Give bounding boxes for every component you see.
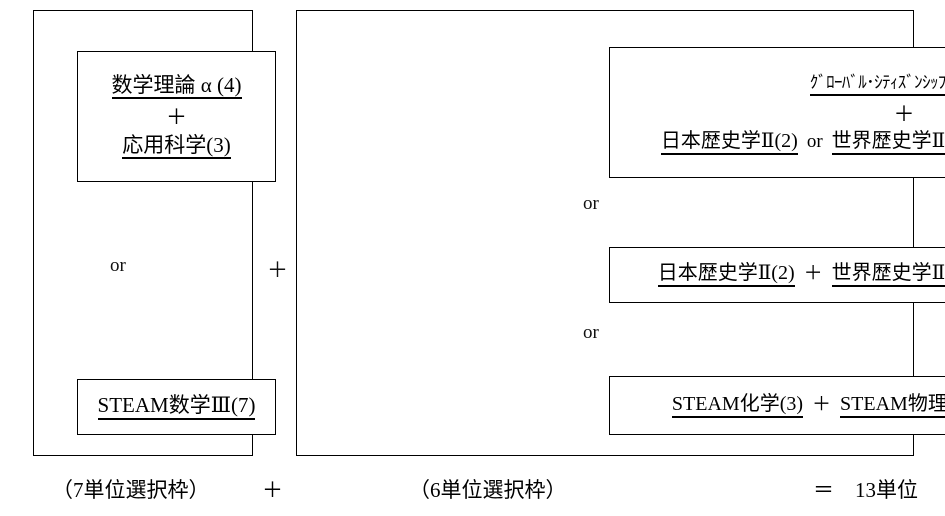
applied-science-line: 応用科学(3): [122, 134, 231, 160]
course-math-theory-alpha: 数学理論 α (4): [111, 74, 242, 99]
course-steam-math-3: STEAM数学Ⅲ(7): [97, 394, 256, 420]
math-theory-line: 数学理論 α (4): [111, 74, 242, 99]
summary-row: （7単位選択枠） ＋ （6単位選択枠） ＝ 13単位: [0, 474, 945, 514]
course-japanese-history-2: 日本歴史学Ⅱ(2): [657, 263, 795, 287]
history-combination-line: 日本歴史学Ⅱ(2) ＋ 世界歴史学Ⅱ(2) ＋ STEAM芸術Ⅱ(2): [657, 263, 945, 287]
science-combination-course-box: STEAM化学(3) ＋ STEAM物理(3) or STEAM生物(3): [609, 376, 945, 435]
course-applied-science: 応用科学(3): [122, 134, 231, 160]
diagram-canvas: 数学理論 α (4) ＋ 応用科学(3) STEAM数学Ⅲ(7) or ＋ ｸﾞ…: [0, 0, 945, 516]
right-selection-frame: ｸﾞﾛｰﾊﾞﾙ･ｼﾃｨｽﾞﾝｼｯﾌﾟⅡ (4) ＋ 日本歴史学Ⅱ(2) or 世…: [296, 10, 945, 456]
right-panel-or-label-1: or: [583, 193, 599, 214]
science-plus-operator: ＋: [812, 393, 832, 415]
summary-total-credits: 13単位: [855, 478, 918, 502]
course-steam-physics: STEAM物理(3): [840, 393, 945, 418]
math-course-box: 数学理論 α (4) ＋ 応用科学(3): [77, 51, 276, 182]
global-citizenship-course-box: ｸﾞﾛｰﾊﾞﾙ･ｼﾃｨｽﾞﾝｼｯﾌﾟⅡ (4) ＋ 日本歴史学Ⅱ(2) or 世…: [609, 47, 945, 178]
history-combination-course-box: 日本歴史学Ⅱ(2) ＋ 世界歴史学Ⅱ(2) ＋ STEAM芸術Ⅱ(2): [609, 247, 945, 303]
left-selection-frame: 数学理論 α (4) ＋ 応用科学(3) STEAM数学Ⅲ(7): [33, 10, 276, 456]
course-global-citizenship-kana: ｸﾞﾛｰﾊﾞﾙ･ｼﾃｨｽﾞﾝｼｯﾌﾟ: [809, 73, 945, 93]
history-plus-operator-1: ＋: [803, 263, 823, 284]
course-global-citizenship: ｸﾞﾛｰﾊﾞﾙ･ｼﾃｨｽﾞﾝｼｯﾌﾟⅡ (4): [809, 70, 945, 96]
choice-or-operator-1: or: [806, 130, 823, 152]
panel-connector-plus: ＋: [267, 258, 288, 282]
summary-plus-operator: ＋: [262, 478, 283, 502]
global-citizenship-line: ｸﾞﾛｰﾊﾞﾙ･ｼﾃｨｽﾞﾝｼｯﾌﾟⅡ (4): [809, 70, 945, 96]
course-world-history-2: 世界歴史学Ⅱ(2): [831, 263, 945, 287]
left-panel-or-label: or: [110, 255, 126, 276]
steam-math-course-box: STEAM数学Ⅲ(7): [77, 379, 276, 435]
summary-equals-operator: ＝: [813, 478, 834, 502]
math-box-plus-operator: ＋: [166, 104, 187, 129]
global-box-plus-operator: ＋: [893, 101, 915, 126]
summary-left-frame-label: （7単位選択枠）: [52, 478, 210, 502]
summary-right-frame-label: （6単位選択枠）: [409, 478, 567, 502]
science-combination-line: STEAM化学(3) ＋ STEAM物理(3) or STEAM生物(3): [671, 393, 945, 418]
course-steam-chemistry: STEAM化学(3): [671, 393, 804, 418]
course-japanese-history-2-choice: 日本歴史学Ⅱ(2): [660, 130, 798, 155]
right-panel-or-label-2: or: [583, 322, 599, 343]
history-choice-line: 日本歴史学Ⅱ(2) or 世界歴史学Ⅱ(2) or STEAM芸術Ⅱ(2): [660, 130, 945, 155]
steam-math-line: STEAM数学Ⅲ(7): [97, 394, 256, 420]
course-world-history-2-choice: 世界歴史学Ⅱ(2): [831, 130, 945, 155]
